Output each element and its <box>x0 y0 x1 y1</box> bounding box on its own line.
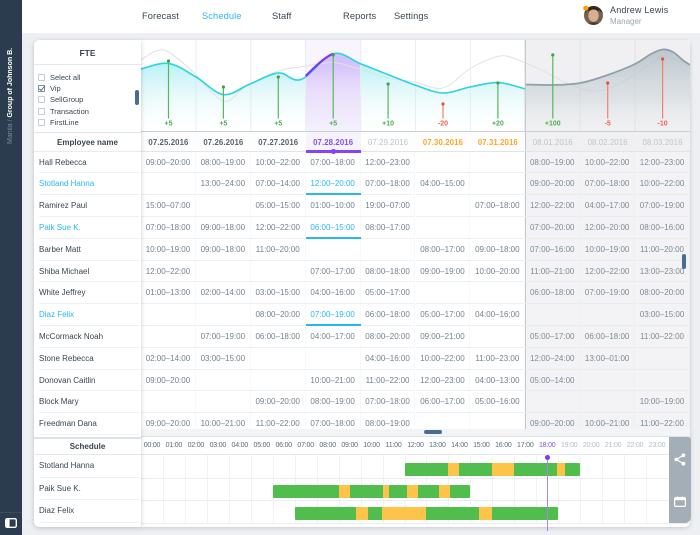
svg-text:+5: +5 <box>165 121 173 128</box>
svg-text:+10: +10 <box>382 121 394 128</box>
svg-text:+100: +100 <box>545 121 561 128</box>
svg-text:-10: -10 <box>658 121 668 128</box>
svg-text:-5: -5 <box>605 121 611 128</box>
svg-text:-20: -20 <box>438 121 448 128</box>
svg-text:+20: +20 <box>492 121 504 128</box>
svg-text:+5: +5 <box>219 121 227 128</box>
svg-text:+5: +5 <box>274 121 282 128</box>
svg-text:+5: +5 <box>329 121 337 128</box>
